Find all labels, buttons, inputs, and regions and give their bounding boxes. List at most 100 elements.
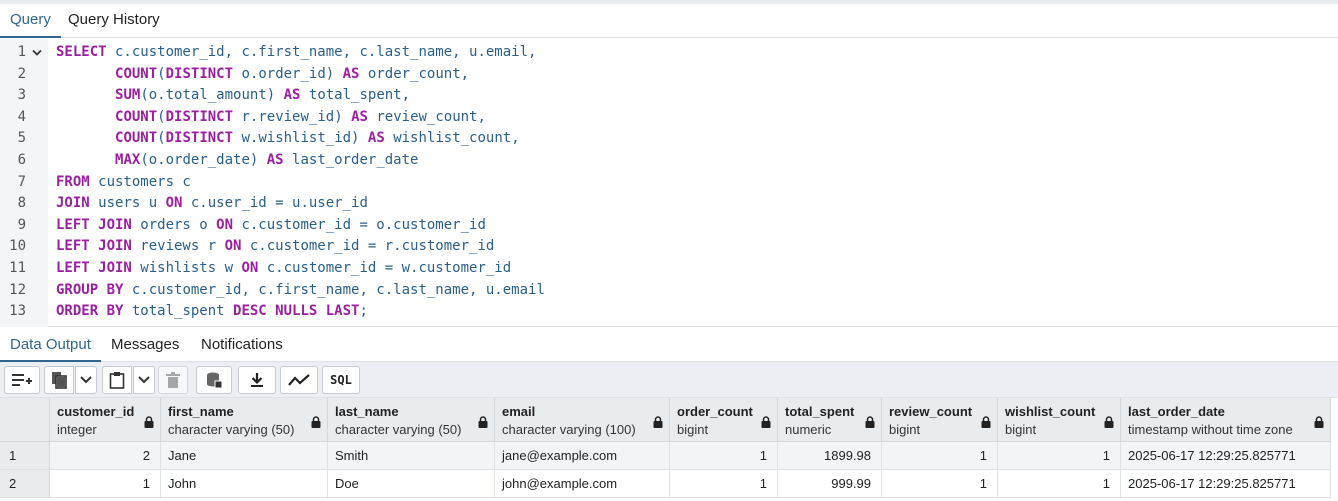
sql-text: c.user_id = u.user_id <box>182 195 368 212</box>
save-data-button[interactable] <box>196 366 232 394</box>
code-line[interactable]: 10 LEFT JOIN reviews r ON c.customer_id =… <box>0 236 1338 258</box>
sql-text: order_count, <box>359 65 470 82</box>
copy-button[interactable] <box>44 366 74 394</box>
sql-keyword: ON <box>241 260 259 276</box>
data-output-toolbar: SQL <box>0 362 1338 398</box>
cell-total-spent[interactable]: 999.99 <box>778 470 882 498</box>
cell-email[interactable]: john@example.com <box>495 470 670 498</box>
code-line[interactable]: 9 LEFT JOIN orders o ON c.customer_id = o… <box>0 215 1338 237</box>
code-line[interactable]: 8 JOIN users u ON c.user_id = u.user_id <box>0 193 1338 215</box>
code-line[interactable]: 6 MAX(o.order_date) AS last_order_date <box>0 150 1338 172</box>
tab-query[interactable]: Query <box>0 4 61 38</box>
code-line[interactable]: 3 SUM(o.total_amount) AS total_spent, <box>0 85 1338 107</box>
column-header-review-count[interactable]: review_count bigint <box>882 398 998 442</box>
code-line[interactable]: 2 COUNT(DISTINCT o.order_id) AS order_co… <box>0 64 1338 86</box>
cell-order-count[interactable]: 1 <box>670 442 778 470</box>
cell-customer-id[interactable]: 1 <box>50 470 161 498</box>
sql-text: users u <box>89 195 166 212</box>
tab-query-history[interactable]: Query History <box>58 4 170 38</box>
cell-order-count[interactable]: 1 <box>670 470 778 498</box>
sql-text: c.customer_id, c.first_name, c.last_name… <box>123 281 545 298</box>
table-row[interactable]: 1 2 Jane Smith jane@example.com 1 1899.98 1 1 202… <box>0 442 1332 470</box>
code-line[interactable]: 13 ORDER BY total_spent DESC NULLS LAST; <box>0 301 1338 323</box>
paste-icon <box>109 372 125 389</box>
column-header-total-spent[interactable]: total_spent numeric <box>778 398 882 442</box>
paste-options-dropdown[interactable] <box>133 366 155 394</box>
row-number-header[interactable] <box>0 398 50 442</box>
cell-last-name[interactable]: Doe <box>328 470 495 498</box>
code-text: COUNT(DISTINCT o.order_id) AS order_coun… <box>56 64 469 86</box>
column-header-email[interactable]: email character varying (100) <box>495 398 670 442</box>
graph-visualiser-button[interactable] <box>280 366 318 394</box>
column-name: total_spent <box>785 404 855 419</box>
code-line[interactable]: 11 LEFT JOIN wishlists w ON c.customer_id… <box>0 258 1338 280</box>
column-header-last-order-date[interactable]: last_order_date timestamp without time zo… <box>1121 398 1331 442</box>
code-line[interactable]: 4 COUNT(DISTINCT r.review_id) AS review_… <box>0 107 1338 129</box>
row-number[interactable]: 2 <box>0 470 50 498</box>
cell-email[interactable]: jane@example.com <box>495 442 670 470</box>
sql-button[interactable]: SQL <box>322 366 360 394</box>
code-line[interactable]: 12 GROUP BY c.customer_id, c.first_name, … <box>0 280 1338 302</box>
cell-last-order-date[interactable]: 2025-06-17 12:29:25.825771 <box>1121 470 1331 498</box>
column-header-wishlist-count[interactable]: wishlist_count bigint <box>998 398 1121 442</box>
code-line[interactable]: 1 SELECT c.customer_id, c.first_name, c.l… <box>0 42 1338 64</box>
table-row[interactable]: 2 1 John Doe john@example.com 1 999.99 1 1 2025-0… <box>0 470 1332 498</box>
sql-keyword: FROM <box>56 173 90 190</box>
lock-icon <box>761 415 771 431</box>
column-header-order-count[interactable]: order_countbigint <box>670 398 778 442</box>
chevron-down-icon <box>138 376 150 384</box>
copy-icon <box>52 372 67 389</box>
tab-notifications[interactable]: Notifications <box>191 328 293 362</box>
cell-total-spent[interactable]: 1899.98 <box>778 442 882 470</box>
graph-icon <box>288 374 310 386</box>
line-number: 4 <box>17 108 26 125</box>
sql-text: wishlists w <box>131 260 242 276</box>
download-icon <box>251 373 263 387</box>
cell-first-name[interactable]: Jane <box>161 442 328 470</box>
cell-last-order-date[interactable]: 2025-06-17 12:29:25.825771 <box>1121 442 1331 470</box>
lock-icon <box>144 415 154 431</box>
sql-keyword: COUNT <box>115 108 158 125</box>
column-type: timestamp without time zone <box>1128 422 1293 437</box>
column-type: bigint <box>1005 422 1037 437</box>
cell-review-count[interactable]: 1 <box>882 470 998 498</box>
row-number[interactable]: 1 <box>0 442 50 470</box>
column-type: bigint <box>677 422 709 437</box>
download-button[interactable] <box>238 366 276 394</box>
sql-keyword: SUM <box>115 87 141 104</box>
line-number: 2 <box>17 65 26 82</box>
cell-customer-id[interactable]: 2 <box>50 442 161 470</box>
sql-text: c.customer_id, c.first_name, c.last_name… <box>106 44 537 60</box>
save-data-icon <box>207 372 223 389</box>
add-row-button[interactable] <box>4 366 40 394</box>
code-text: COUNT(DISTINCT r.review_id) AS review_co… <box>56 107 486 129</box>
cell-wishlist-count[interactable]: 1 <box>998 442 1121 470</box>
paste-button[interactable] <box>102 366 132 394</box>
column-name: customer_id <box>57 404 135 419</box>
column-name: last_name <box>335 404 399 419</box>
cell-wishlist-count[interactable]: 1 <box>998 470 1121 498</box>
line-number: 8 <box>17 195 26 212</box>
code-line[interactable]: 7 FROM customers c <box>0 172 1338 194</box>
line-number: 5 <box>17 130 26 147</box>
sql-text: ( <box>157 65 166 82</box>
tab-messages[interactable]: Messages <box>101 328 189 362</box>
cell-review-count[interactable]: 1 <box>882 442 998 470</box>
sql-editor[interactable]: 1 SELECT c.customer_id, c.first_name, c.l… <box>0 39 1338 327</box>
sql-text: total_spent, <box>300 87 411 104</box>
tab-data-output[interactable]: Data Output <box>0 328 101 362</box>
cell-first-name[interactable]: John <box>161 470 328 498</box>
column-header-first-name[interactable]: first_name character varying (50) <box>161 398 328 442</box>
sql-keyword: LEFT JOIN <box>56 216 132 233</box>
copy-options-dropdown[interactable] <box>75 366 97 394</box>
column-header-last-name[interactable]: last_name character varying (50) <box>328 398 495 442</box>
column-name: order_count <box>677 404 753 419</box>
code-line[interactable]: 5 COUNT(DISTINCT w.wishlist_id) AS wishl… <box>0 128 1338 150</box>
cell-last-name[interactable]: Smith <box>328 442 495 470</box>
add-row-icon <box>12 374 32 386</box>
line-number: 11 <box>9 260 26 276</box>
column-header-customer-id[interactable]: customer_id integer <box>50 398 161 442</box>
fold-chevron-icon[interactable] <box>32 42 42 64</box>
delete-button[interactable] <box>158 366 188 394</box>
